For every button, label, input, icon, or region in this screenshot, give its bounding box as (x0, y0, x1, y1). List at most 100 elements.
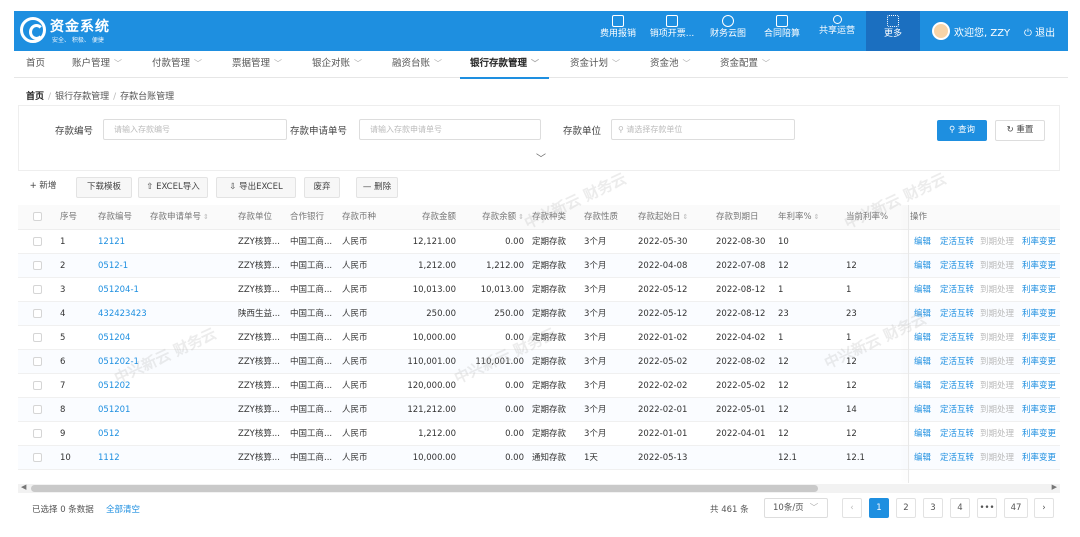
row-checkbox[interactable] (33, 429, 42, 438)
user-info[interactable]: 欢迎您, ZZY (932, 22, 1010, 40)
expire-action[interactable]: 到期处理 (980, 422, 1014, 446)
cell-code[interactable]: 051204 (98, 326, 130, 350)
prev-page-button[interactable]: ‹ (842, 498, 862, 518)
expire-action[interactable]: 到期处理 (980, 398, 1014, 422)
rate-change-action[interactable]: 利率变更 (1022, 446, 1056, 470)
table-row[interactable]: 10 1112 ZZY核算... 中国工商... 人民币 10,000.00 0.00 通知存… (18, 446, 1060, 470)
top-menu-more[interactable]: 更多 (866, 11, 920, 51)
top-menu-contract[interactable]: 合同陪算 (760, 13, 804, 49)
col-header-sortable[interactable]: 年利率% ⇕ (778, 205, 819, 230)
excel-import-button[interactable]: ⇧ EXCEL导入 (138, 177, 208, 198)
table-row[interactable]: 2 0512-1 ZZY核算... 中国工商... 人民币 1,212.00 1,212.0… (18, 254, 1060, 278)
delete-button[interactable]: — 删除 (356, 177, 398, 198)
transfer-action[interactable]: 定活互转 (940, 446, 974, 470)
transfer-action[interactable]: 定活互转 (940, 302, 974, 326)
top-menu-cloud[interactable]: 财务云图 (706, 13, 750, 49)
edit-action[interactable]: 编辑 (914, 350, 931, 374)
nav-account[interactable]: 账户管理 ﹀ (72, 51, 122, 78)
row-checkbox[interactable] (33, 357, 42, 366)
table-row[interactable]: 7 051202 ZZY核算... 中国工商... 人民币 120,000.00 0.00 定… (18, 374, 1060, 398)
breadcrumb-home[interactable]: 首页 (26, 92, 44, 102)
expire-action[interactable]: 到期处理 (980, 302, 1014, 326)
nav-home[interactable]: 首页 (26, 51, 45, 78)
rate-change-action[interactable]: 利率变更 (1022, 302, 1056, 326)
cell-code[interactable]: 1112 (98, 446, 120, 470)
scroll-left-icon[interactable]: ◀ (21, 483, 26, 491)
edit-action[interactable]: 编辑 (914, 230, 931, 254)
cell-code[interactable]: 051201 (98, 398, 130, 422)
expire-action[interactable]: 到期处理 (980, 350, 1014, 374)
page-size-select[interactable]: 10条/页 ﹀ (764, 498, 828, 518)
expire-action[interactable]: 到期处理 (980, 326, 1014, 350)
download-template-button[interactable]: 下载模板 (76, 177, 132, 198)
table-row[interactable]: 4 432423423 陕西生益... 中国工商... 人民币 250.00 250.00 定… (18, 302, 1060, 326)
transfer-action[interactable]: 定活互转 (940, 374, 974, 398)
rate-change-action[interactable]: 利率变更 (1022, 422, 1056, 446)
scroll-right-icon[interactable]: ▶ (1052, 483, 1057, 491)
expire-action[interactable]: 到期处理 (980, 230, 1014, 254)
edit-action[interactable]: 编辑 (914, 422, 931, 446)
edit-action[interactable]: 编辑 (914, 374, 931, 398)
nav-payment[interactable]: 付款管理 ﹀ (152, 51, 202, 78)
cell-code[interactable]: 051204-1 (98, 278, 139, 302)
rate-change-action[interactable]: 利率变更 (1022, 398, 1056, 422)
table-row[interactable]: 8 051201 ZZY核算... 中国工商... 人民币 121,212.00 0.00 定… (18, 398, 1060, 422)
nav-pool[interactable]: 资金池 ﹀ (650, 51, 691, 78)
next-page-button[interactable]: › (1034, 498, 1054, 518)
table-row[interactable]: 3 051204-1 ZZY核算... 中国工商... 人民币 10,013.00 10,0… (18, 278, 1060, 302)
transfer-action[interactable]: 定活互转 (940, 350, 974, 374)
page-3[interactable]: 3 (923, 498, 943, 518)
page-4[interactable]: 4 (950, 498, 970, 518)
apply-no-input[interactable]: 请输入存款申请单号 (359, 119, 541, 140)
col-header-sortable[interactable]: 存款起始日 ⇕ (638, 205, 688, 230)
row-checkbox[interactable] (33, 285, 42, 294)
add-button[interactable]: + 新增 (18, 177, 68, 198)
transfer-action[interactable]: 定活互转 (940, 254, 974, 278)
rate-change-action[interactable]: 利率变更 (1022, 254, 1056, 278)
table-row[interactable]: 1 12121 ZZY核算... 中国工商... 人民币 12,121.00 0.00 定期存… (18, 230, 1060, 254)
cell-code[interactable]: 051202-1 (98, 350, 139, 374)
table-row[interactable]: 6 051202-1 ZZY核算... 中国工商... 人民币 110,001.00 110… (18, 350, 1060, 374)
expire-action[interactable]: 到期处理 (980, 254, 1014, 278)
discard-button[interactable]: 废弃 (304, 177, 340, 198)
top-menu-share[interactable]: 共享运营 (814, 13, 860, 49)
reset-button[interactable]: ↻ 重置 (995, 120, 1045, 141)
rate-change-action[interactable]: 利率变更 (1022, 374, 1056, 398)
nav-config[interactable]: 资金配置 ﹀ (720, 51, 770, 78)
nav-financing[interactable]: 融资台账 ﹀ (392, 51, 442, 78)
row-checkbox[interactable] (33, 237, 42, 246)
edit-action[interactable]: 编辑 (914, 446, 931, 470)
nav-plan[interactable]: 资金计划 ﹀ (570, 51, 620, 78)
cell-code[interactable]: 0512-1 (98, 254, 128, 278)
nav-deposit[interactable]: 银行存款管理 ﹀ (459, 51, 550, 79)
expire-action[interactable]: 到期处理 (980, 278, 1014, 302)
cell-code[interactable]: 0512 (98, 422, 120, 446)
transfer-action[interactable]: 定活互转 (940, 326, 974, 350)
transfer-action[interactable]: 定活互转 (940, 398, 974, 422)
page-ellipsis[interactable]: ••• (977, 498, 997, 518)
cell-code[interactable]: 12121 (98, 230, 125, 254)
unit-select[interactable]: ⚲ 请选择存款单位 (611, 119, 795, 140)
table-row[interactable]: 5 051204 ZZY核算... 中国工商... 人民币 10,000.00 0.00 定期… (18, 326, 1060, 350)
clear-all-link[interactable]: 全部清空 (106, 503, 140, 515)
row-checkbox[interactable] (33, 453, 42, 462)
row-checkbox[interactable] (33, 405, 42, 414)
transfer-action[interactable]: 定活互转 (940, 422, 974, 446)
deposit-no-input[interactable]: 请输入存款编号 (103, 119, 287, 140)
rate-change-action[interactable]: 利率变更 (1022, 326, 1056, 350)
rate-change-action[interactable]: 利率变更 (1022, 230, 1056, 254)
edit-action[interactable]: 编辑 (914, 326, 931, 350)
expire-action[interactable]: 到期处理 (980, 374, 1014, 398)
col-header-sortable[interactable]: 存款余额 ⇕ (458, 205, 524, 230)
excel-export-button[interactable]: ⇩ 导出EXCEL (216, 177, 296, 198)
cell-code[interactable]: 432423423 (98, 302, 147, 326)
edit-action[interactable]: 编辑 (914, 302, 931, 326)
breadcrumb-level1[interactable]: 银行存款管理 (55, 92, 109, 102)
table-row[interactable]: 9 0512 ZZY核算... 中国工商... 人民币 1,212.00 0.00 定期存款 3… (18, 422, 1060, 446)
rate-change-action[interactable]: 利率变更 (1022, 278, 1056, 302)
row-checkbox[interactable] (33, 333, 42, 342)
row-checkbox[interactable] (33, 381, 42, 390)
horizontal-scrollbar[interactable]: ◀ ▶ (18, 483, 1060, 493)
row-checkbox[interactable] (33, 261, 42, 270)
col-header-sortable[interactable]: 存款申请单号 ⇕ (150, 205, 209, 230)
